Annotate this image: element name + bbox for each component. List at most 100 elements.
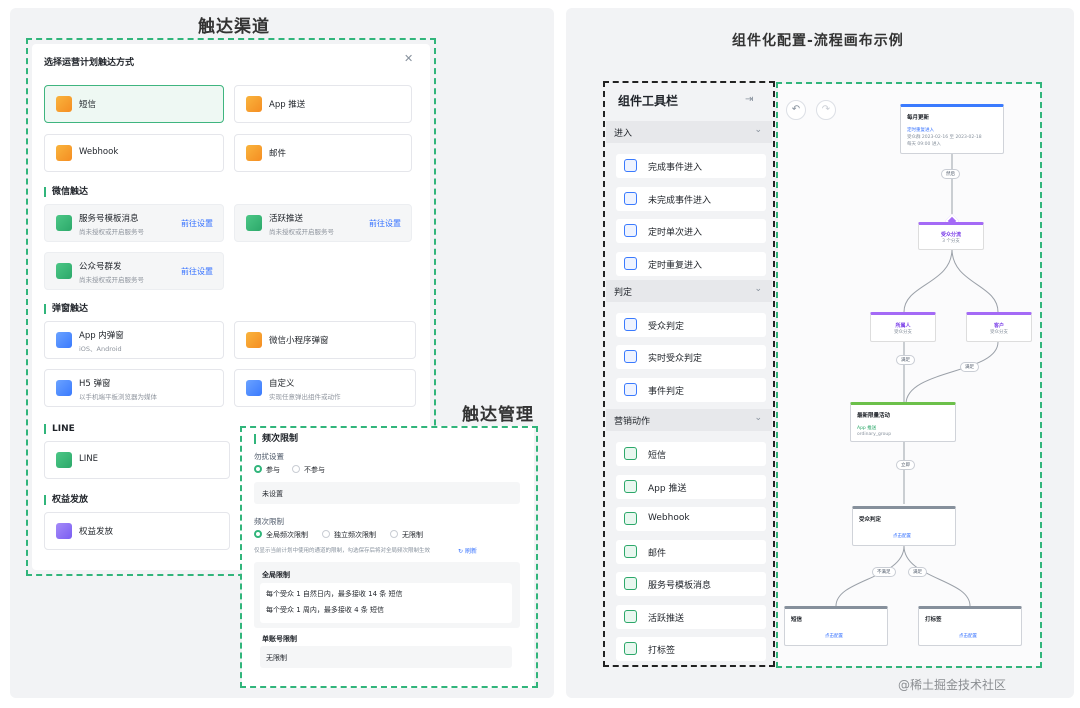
flow-end-sms[interactable]: 短信 点击配置 bbox=[784, 606, 888, 646]
channel-mail[interactable]: 邮件 bbox=[234, 134, 412, 172]
global-rule-2: 每个受众 1 周内，最多接收 4 条 短信 bbox=[266, 606, 385, 614]
flow-split-node[interactable]: 受众分流 3 个分支 bbox=[918, 222, 984, 250]
tool-audience-judge-label: 受众判定 bbox=[648, 322, 685, 332]
dnd-skip-radio[interactable] bbox=[292, 465, 300, 473]
wechat-template-msg[interactable]: 服务号模板消息 尚未授权或开启服务号 前往设置 bbox=[44, 204, 224, 242]
event-icon bbox=[624, 192, 637, 205]
tool-timed-repeat-label: 定时重复进入 bbox=[648, 261, 703, 271]
modal-title: 选择运营计划触达方式 bbox=[44, 58, 135, 68]
group-judge[interactable]: 判定 ⌄ bbox=[606, 280, 772, 302]
in-app-popup-icon bbox=[56, 332, 72, 348]
tool-active-push[interactable]: 活跃推送 bbox=[616, 605, 766, 629]
tool-event-judge[interactable]: 事件判定 bbox=[616, 378, 766, 402]
tool-realtime-judge[interactable]: 实时受众判定 bbox=[616, 345, 766, 369]
tool-tag-label: 打标签 bbox=[648, 646, 676, 656]
popup-h5-sub: 以手机端平板浏览器为媒体 bbox=[79, 393, 157, 401]
connector-label-b: 满足 bbox=[960, 362, 979, 372]
flow-judge-node[interactable]: 受众判定 点击配置 bbox=[852, 506, 956, 546]
account-limit-heading: 单账号限制 bbox=[262, 635, 297, 643]
group-action[interactable]: 营销动作 ⌄ bbox=[606, 409, 772, 431]
tool-sms[interactable]: 短信 bbox=[616, 442, 766, 466]
activity-node-title: 最新限量活动 bbox=[857, 413, 891, 419]
start-node-link[interactable]: 定时重复进入 bbox=[907, 127, 934, 133]
channel-webhook[interactable]: Webhook bbox=[44, 134, 224, 172]
flow-branch-a[interactable]: 所属人 受众分支 bbox=[870, 312, 936, 342]
tool-tag[interactable]: 打标签 bbox=[616, 637, 766, 661]
active-push-icon bbox=[246, 215, 262, 231]
gift-icon bbox=[56, 523, 72, 539]
wechat-active-label: 活跃推送 bbox=[269, 214, 304, 224]
toolbar-title: 组件工具栏 bbox=[618, 94, 679, 108]
refresh-icon: ↻ bbox=[458, 548, 464, 555]
chevron-down-icon: ⌄ bbox=[754, 284, 762, 294]
connector-label-yes: 满足 bbox=[908, 567, 927, 577]
start-node-line-2: 每天 09:00 进入 bbox=[907, 142, 941, 147]
end-tag-title: 打标签 bbox=[925, 617, 942, 623]
dnd-skip-label: 不参与 bbox=[304, 466, 325, 474]
send-icon bbox=[624, 447, 637, 460]
flow-activity-node[interactable]: 最新限量活动 App 推送 ordinary_group bbox=[850, 402, 956, 442]
refresh-link[interactable]: ↻ 刷新 bbox=[458, 546, 477, 555]
popup-in-app[interactable]: App 内弹窗 iOS、Android bbox=[44, 321, 224, 359]
wechat-broadcast[interactable]: 公众号群发 尚未授权或开启服务号 前往设置 bbox=[44, 252, 224, 290]
wechat-active-push[interactable]: 活跃推送 尚未授权或开启服务号 前往设置 bbox=[234, 204, 412, 242]
channel-app-push[interactable]: App 推送 bbox=[234, 85, 412, 123]
wechat-broadcast-label: 公众号群发 bbox=[79, 262, 122, 272]
independent-limit-radio[interactable] bbox=[322, 530, 330, 538]
no-limit-radio[interactable] bbox=[390, 530, 398, 538]
wechat-template-setup-link[interactable]: 前往设置 bbox=[181, 218, 213, 229]
tool-app-push-label: App 推送 bbox=[648, 484, 687, 494]
mail-icon bbox=[246, 145, 262, 161]
mini-program-icon bbox=[246, 332, 262, 348]
end-sms-link[interactable]: 点击配置 bbox=[825, 633, 843, 639]
chevron-down-icon: ⌄ bbox=[754, 413, 762, 423]
end-tag-link[interactable]: 点击配置 bbox=[959, 633, 977, 639]
tool-webhook[interactable]: Webhook bbox=[616, 507, 766, 531]
flow-end-tag[interactable]: 打标签 点击配置 bbox=[918, 606, 1022, 646]
tag-icon bbox=[624, 642, 637, 655]
start-node-title: 每月更新 bbox=[907, 115, 930, 121]
tool-template-msg[interactable]: 服务号模板消息 bbox=[616, 572, 766, 596]
dnd-join-radio[interactable] bbox=[254, 465, 262, 473]
wechat-active-sub: 尚未授权或开启服务号 bbox=[269, 228, 334, 236]
channel-rights[interactable]: 权益发放 bbox=[44, 512, 230, 550]
channel-line-label: LINE bbox=[79, 454, 98, 464]
event-icon bbox=[624, 159, 637, 172]
collapse-icon[interactable]: ⇥ bbox=[745, 94, 753, 105]
popup-h5[interactable]: H5 弹窗 以手机端平板浏览器为媒体 bbox=[44, 369, 224, 407]
wechat-template-sub: 尚未授权或开启服务号 bbox=[79, 228, 144, 236]
tool-complete-event[interactable]: 完成事件进入 bbox=[616, 154, 766, 178]
flow-branch-b[interactable]: 客户 受众分支 bbox=[966, 312, 1032, 342]
tool-audience-judge[interactable]: 受众判定 bbox=[616, 313, 766, 337]
dnd-value-box[interactable] bbox=[254, 482, 520, 504]
popup-custom[interactable]: 自定义 实现任意弹出组件或动作 bbox=[234, 369, 416, 407]
popup-in-app-label: App 内弹窗 bbox=[79, 331, 124, 341]
close-icon[interactable]: ✕ bbox=[404, 52, 413, 65]
tool-mail[interactable]: 邮件 bbox=[616, 540, 766, 564]
refresh-label: 刷新 bbox=[464, 548, 477, 555]
split-node-sub: 3 个分支 bbox=[942, 239, 960, 244]
channel-mail-label: 邮件 bbox=[269, 149, 287, 159]
connector-label-next: 然后 bbox=[941, 169, 960, 179]
tool-incomplete-event[interactable]: 未完成事件进入 bbox=[616, 187, 766, 211]
tool-app-push[interactable]: App 推送 bbox=[616, 475, 766, 499]
global-rule-1: 每个受众 1 自然日内，最多接收 14 条 短信 bbox=[266, 590, 403, 598]
branch-b-sub: 受众分支 bbox=[990, 330, 1008, 335]
popup-in-app-sub: iOS、Android bbox=[79, 345, 122, 353]
judge-node-link[interactable]: 点击配置 bbox=[893, 533, 911, 539]
channel-rights-label: 权益发放 bbox=[79, 527, 114, 537]
tool-timed-once[interactable]: 定时单次进入 bbox=[616, 219, 766, 243]
channel-sms[interactable]: 短信 bbox=[44, 85, 224, 123]
wechat-broadcast-setup-link[interactable]: 前往设置 bbox=[181, 266, 213, 277]
popup-mini-program[interactable]: 微信小程序弹窗 bbox=[234, 321, 416, 359]
channel-sms-label: 短信 bbox=[79, 100, 97, 110]
activity-node-link[interactable]: App 推送 bbox=[857, 425, 876, 431]
global-limit-radio[interactable] bbox=[254, 530, 262, 538]
flow-start-node[interactable]: 每月更新 定时重复进入 受众群 2023-02-16 至 2023-02-18 … bbox=[900, 104, 1004, 154]
wechat-active-setup-link[interactable]: 前往设置 bbox=[369, 218, 401, 229]
tool-timed-repeat[interactable]: 定时重复进入 bbox=[616, 252, 766, 276]
group-enter[interactable]: 进入 ⌄ bbox=[606, 121, 772, 143]
chevron-down-icon: ⌄ bbox=[754, 125, 762, 135]
channel-line[interactable]: LINE bbox=[44, 441, 230, 479]
webhook-icon bbox=[624, 512, 637, 525]
